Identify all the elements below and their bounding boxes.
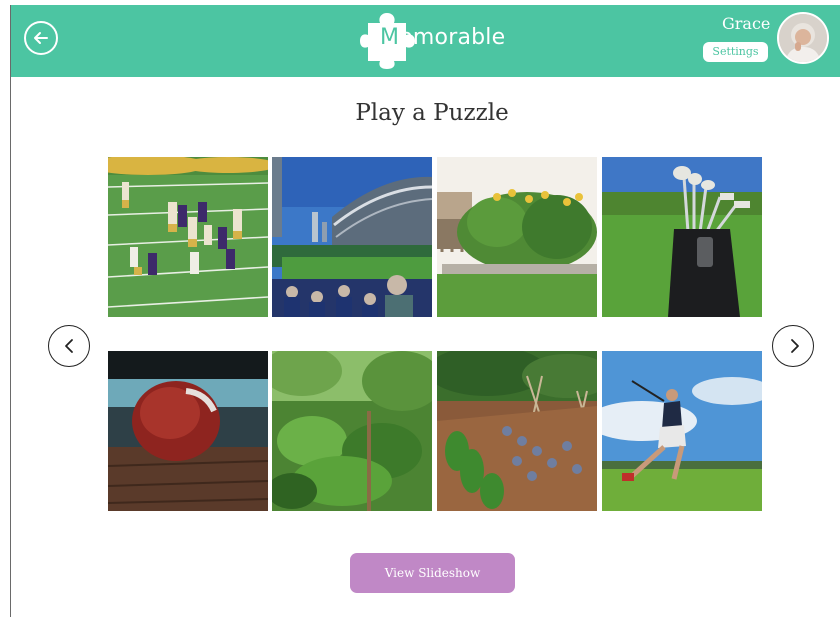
- puzzle-tile-golf-bag[interactable]: [602, 157, 762, 317]
- back-arrow-icon: [34, 32, 48, 44]
- app-title-rest: emorable: [399, 25, 506, 50]
- puzzle-tile-sunflower-garden[interactable]: [437, 157, 597, 317]
- next-page-button[interactable]: [772, 325, 814, 367]
- page-title: Play a Puzzle: [355, 100, 509, 126]
- chevron-right-icon: [791, 339, 799, 353]
- app-title-initial: M: [380, 25, 400, 50]
- puzzle-tile-football[interactable]: [108, 351, 268, 511]
- puzzle-tile-golfer-swing[interactable]: [602, 351, 762, 511]
- settings-button[interactable]: Settings: [703, 42, 768, 62]
- puzzle-tile-football-players[interactable]: [108, 157, 268, 317]
- chevron-left-icon: [65, 339, 73, 353]
- puzzle-tile-stadium[interactable]: [272, 157, 432, 317]
- app-title: Memorable: [380, 25, 505, 50]
- user-name: Grace: [722, 14, 771, 33]
- puzzle-tile-leafy-garden[interactable]: [272, 351, 432, 511]
- view-slideshow-button[interactable]: View Slideshow: [350, 553, 515, 593]
- back-button[interactable]: [24, 21, 58, 55]
- avatar[interactable]: [777, 12, 829, 64]
- previous-page-button[interactable]: [48, 325, 90, 367]
- app-logo: Memorable: [360, 9, 520, 69]
- puzzle-tile-vegetable-garden[interactable]: [437, 351, 597, 511]
